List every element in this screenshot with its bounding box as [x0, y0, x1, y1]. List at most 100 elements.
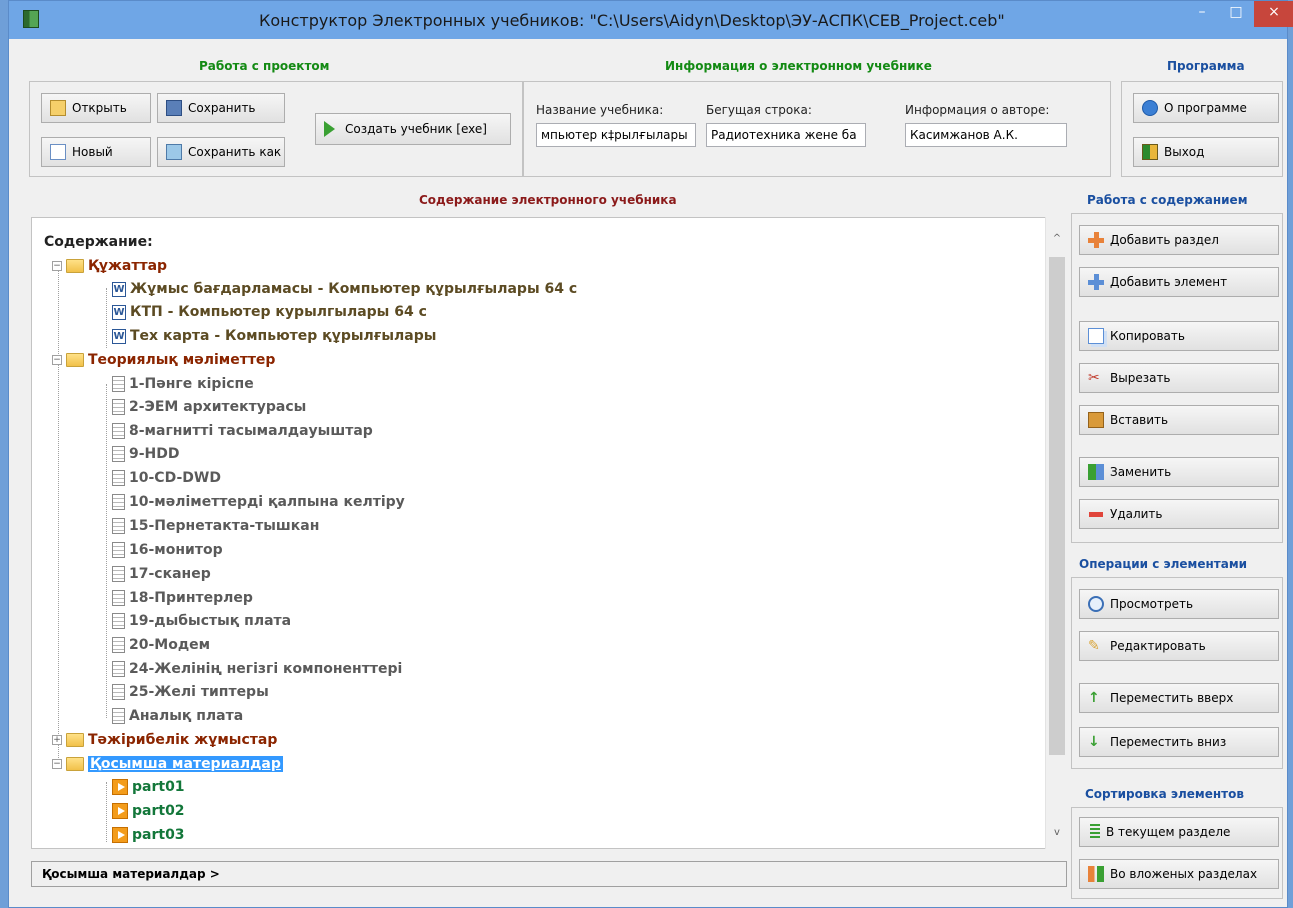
tree-item[interactable]: 10-CD-DWD — [112, 467, 221, 489]
ticker-label: Бегущая строка: — [706, 103, 812, 117]
text-document-icon — [112, 661, 125, 677]
view-button[interactable]: Просмотреть — [1079, 589, 1279, 619]
build-exe-button[interactable]: Создать учебник [exe] — [315, 113, 511, 145]
exit-button[interactable]: Выход — [1133, 137, 1279, 167]
tree-item[interactable]: part01 — [112, 776, 185, 798]
paste-clipboard-icon — [1088, 412, 1104, 428]
tree-item-label: 10-мәліметтерді қалпына келтіру — [129, 494, 405, 510]
new-document-icon — [50, 144, 66, 160]
tree-item[interactable]: 18-Принтерлер — [112, 587, 253, 609]
title-bar[interactable]: Конструктор Электронных учебников: "C:\U… — [9, 1, 1293, 39]
minimize-button[interactable]: – — [1187, 1, 1217, 27]
sort-current-button[interactable]: В текущем разделе — [1079, 817, 1279, 847]
ticker-field[interactable]: Радиотехника жене ба — [706, 123, 866, 147]
tree-item[interactable]: W Жұмыс бағдарламасы - Компьютер құрылғы… — [112, 278, 577, 300]
author-label: Информация о авторе: — [905, 103, 1050, 117]
tree-item[interactable]: Аналық плата — [112, 705, 243, 727]
tree-item[interactable]: part02 — [112, 800, 185, 822]
text-document-icon — [112, 518, 125, 534]
text-document-icon — [112, 494, 125, 510]
open-button[interactable]: Открыть — [41, 93, 151, 123]
folder-label: Теориялық мәліметтер — [88, 352, 276, 368]
move-up-button[interactable]: ↑ Переместить вверх — [1079, 683, 1279, 713]
move-up-label: Переместить вверх — [1110, 691, 1234, 705]
sort-nested-button[interactable]: Во вложеных разделах — [1079, 859, 1279, 889]
new-button[interactable]: Новый — [41, 137, 151, 167]
paste-button[interactable]: Вставить — [1079, 405, 1279, 435]
replace-button[interactable]: Заменить — [1079, 457, 1279, 487]
folder-label: Құжаттар — [88, 258, 168, 274]
tree-item-label: 10-CD-DWD — [129, 470, 221, 486]
word-document-icon: W — [112, 281, 126, 297]
maximize-button[interactable]: □ — [1221, 1, 1251, 27]
tree-item[interactable]: 19-дыбыстық плата — [112, 610, 291, 632]
edit-button[interactable]: ✎ Редактировать — [1079, 631, 1279, 661]
info-icon — [1142, 100, 1158, 116]
save-as-button[interactable]: Сохранить как — [157, 137, 285, 167]
tree-item[interactable]: W Тех карта - Компьютер құрылғылары — [112, 325, 436, 347]
scroll-down-arrow[interactable]: v — [1046, 827, 1068, 845]
tree-item[interactable]: W КТП - Компьютер курылгылары 64 с — [112, 301, 427, 323]
view-label: Просмотреть — [1110, 597, 1194, 611]
tree-item-label: part02 — [132, 803, 185, 819]
cut-button[interactable]: ✂ Вырезать — [1079, 363, 1279, 393]
minus-icon — [1088, 506, 1104, 522]
tree-item[interactable]: 24-Желінің негізгі компоненттері — [112, 658, 402, 680]
paste-label: Вставить — [1110, 413, 1169, 427]
tree-folder[interactable]: − Құжаттар — [52, 255, 167, 277]
text-document-icon — [112, 446, 125, 462]
content-group-title: Содержание электронного учебника — [419, 193, 677, 207]
tree-folder[interactable]: − Теориялық мәліметтер — [52, 349, 275, 371]
title-field[interactable]: мпьютер к‡рылғылары — [536, 123, 696, 147]
word-document-icon: W — [112, 328, 126, 344]
tree-item[interactable]: 17-сканер — [112, 563, 211, 585]
text-document-icon — [112, 684, 125, 700]
about-button[interactable]: О программе — [1133, 93, 1279, 123]
tree-item[interactable]: 16-монитор — [112, 539, 223, 561]
collapse-toggle[interactable]: − — [52, 355, 62, 365]
floppy-disk-icon — [166, 100, 182, 116]
text-document-icon — [112, 542, 125, 558]
tree-item[interactable]: 2-ЭЕМ архитектурасы — [112, 396, 306, 418]
folder-icon — [66, 259, 84, 273]
tree-item-label: 19-дыбыстық плата — [129, 613, 292, 629]
delete-button[interactable]: Удалить — [1079, 499, 1279, 529]
content-tree[interactable]: Содержание: − Құжаттар W Жұмыс бағдарлам… — [31, 217, 1067, 849]
tree-guide-line — [106, 384, 107, 718]
tree-folder[interactable]: + Тәжірибелік жұмыстар — [52, 729, 277, 751]
move-down-label: Переместить вниз — [1110, 735, 1227, 749]
author-field[interactable]: Касимжанов А.К. — [905, 123, 1067, 147]
tree-item-label: 1-Пәнге кіріспе — [129, 376, 254, 392]
tree-item-label: 9-HDD — [129, 446, 180, 462]
close-button[interactable]: × — [1254, 1, 1293, 27]
save-button[interactable]: Сохранить — [157, 93, 285, 123]
pencil-icon: ✎ — [1088, 638, 1100, 654]
folder-label: Қосымша материалдар — [88, 756, 283, 772]
tree-item[interactable]: 15-Пернетакта-тышкан — [112, 515, 319, 537]
collapse-toggle[interactable]: − — [52, 759, 62, 769]
tree-item[interactable]: 10-мәліметтерді қалпына келтіру — [112, 491, 405, 513]
tree-item[interactable]: 8-магнитті тасымалдауыштар — [112, 420, 373, 442]
copy-button[interactable]: Копировать — [1079, 321, 1279, 351]
scroll-up-arrow[interactable]: ^ — [1046, 233, 1068, 251]
program-group-title: Программа — [1167, 59, 1245, 73]
open-folder-icon — [50, 100, 66, 116]
tree-folder-selected[interactable]: − Қосымша материалдар — [52, 753, 283, 775]
tree-item[interactable]: part03 — [112, 824, 185, 846]
sort-icon — [1090, 824, 1100, 840]
tree-item[interactable]: 20-Модем — [112, 634, 210, 656]
add-section-button[interactable]: Добавить раздел — [1079, 225, 1279, 255]
status-path: Қосымша материалдар > — [31, 861, 1067, 887]
project-group-title: Работа с проектом — [199, 59, 330, 73]
tree-scrollbar[interactable]: ^ v — [1045, 217, 1067, 849]
magnifier-icon — [1088, 596, 1104, 612]
move-down-button[interactable]: ↓ Переместить вниз — [1079, 727, 1279, 757]
scroll-thumb[interactable] — [1049, 257, 1065, 755]
add-element-button[interactable]: Добавить элемент — [1079, 267, 1279, 297]
tree-item[interactable]: 25-Желі типтеры — [112, 681, 269, 703]
expand-toggle[interactable]: + — [52, 735, 62, 745]
media-play-icon — [112, 779, 128, 795]
tree-item[interactable]: 9-HDD — [112, 443, 180, 465]
tree-item[interactable]: 1-Пәнге кіріспе — [112, 373, 254, 395]
collapse-toggle[interactable]: − — [52, 261, 62, 271]
